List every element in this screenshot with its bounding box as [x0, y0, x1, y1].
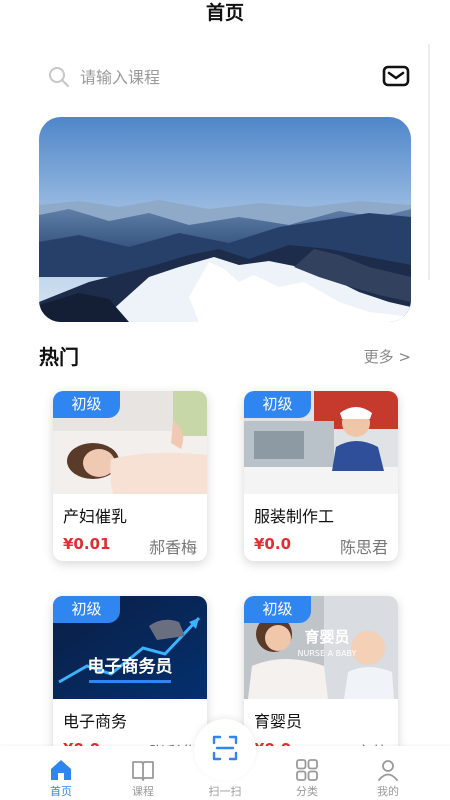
tab-label: 分类	[296, 785, 318, 798]
course-card[interactable]: 电子商务员 初级 电子商务 ¥0.0 张彩华	[53, 596, 207, 766]
banner-carousel[interactable]	[39, 117, 411, 322]
course-card[interactable]: 初级 服装制作工 ¥0.0 陈思君	[244, 391, 398, 561]
grid-icon	[296, 759, 318, 781]
tab-category[interactable]: 分类	[275, 746, 339, 800]
search-icon	[49, 67, 69, 87]
tab-home[interactable]: 首页	[29, 746, 93, 800]
thumbnail-caption: 电子商务员	[88, 656, 173, 677]
page-title: 首页	[205, 2, 244, 24]
course-name: 育婴员	[254, 712, 303, 731]
course-teacher: 陈思君	[339, 538, 388, 557]
tab-label: 我的	[377, 785, 399, 798]
scan-icon	[212, 735, 238, 761]
course-teacher: 郝香梅	[148, 538, 197, 557]
search-bar[interactable]	[48, 60, 414, 94]
section-header: 热门 更多 >	[39, 341, 411, 371]
scroll-indicator	[428, 44, 430, 280]
level-badge: 初级	[244, 596, 311, 623]
course-card[interactable]: 育婴员 NURSE A BABY 初级 育婴员 ¥0.0 安静	[244, 596, 398, 766]
course-price: ¥0.0	[254, 535, 292, 553]
home-icon	[51, 760, 71, 780]
course-card[interactable]: 初级 产妇催乳 ¥0.01 郝香梅	[53, 391, 207, 561]
tab-courses[interactable]: 课程	[111, 746, 175, 800]
tab-label: 课程	[132, 785, 154, 798]
level-badge: 初级	[53, 391, 120, 418]
thumbnail-caption: 育婴员	[304, 628, 349, 646]
search-input[interactable]	[80, 60, 370, 94]
course-price: ¥0.01	[63, 535, 111, 553]
course-name: 电子商务	[63, 712, 128, 731]
banner-image	[39, 117, 411, 322]
tab-mine[interactable]: 我的	[356, 746, 420, 800]
tab-label: 首页	[50, 785, 72, 798]
mail-icon[interactable]	[382, 64, 410, 88]
scan-button[interactable]	[194, 719, 256, 781]
course-name: 服装制作工	[254, 507, 335, 526]
user-icon	[378, 760, 398, 781]
thumbnail-subcaption: NURSE A BABY	[298, 649, 357, 658]
section-title: 热门	[39, 345, 79, 369]
tab-label: 扫一扫	[208, 785, 242, 798]
course-name: 产妇催乳	[63, 507, 128, 526]
book-icon	[132, 761, 154, 781]
level-badge: 初级	[53, 596, 120, 623]
level-badge: 初级	[244, 391, 311, 418]
more-link[interactable]: 更多 >	[364, 346, 411, 367]
